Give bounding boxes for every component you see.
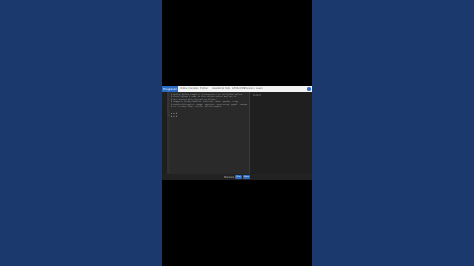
line-number: 8 [167,110,169,112]
output-panel: Output [250,92,312,174]
line-number: 10 [167,115,170,117]
bottom-toolbar: Shortcuts Run Save [162,174,312,180]
avatar[interactable] [307,87,311,91]
code-editor[interactable]: 1 2 3 4 5 6 7 8 9 10 # Online Python com… [167,92,249,174]
line-number: 4 [167,101,169,103]
left-background [0,0,162,266]
output-label: Output [253,94,261,97]
line-number: 5 [167,103,169,105]
line-number: 6 [167,106,169,107]
line-number: 9 [167,113,169,115]
code-line: b = 6 [171,115,178,118]
right-background [312,0,474,266]
line-gutter: 1 2 3 4 5 6 7 8 9 10 [167,92,170,174]
line-number: 7 [167,108,169,110]
line-number: 3 [167,98,169,100]
compiler-app: Programiz Online Compiler Python JavaScr… [162,86,312,180]
line-number: 1 [167,94,169,95]
run-button[interactable]: Run [235,175,242,179]
shortcuts-label[interactable]: Shortcuts [224,176,234,179]
code-line: # re, string, time, turtle, urllib.reque… [171,106,222,108]
save-button[interactable]: Save [243,175,250,179]
line-number: 2 [167,96,169,98]
device-screen: Programiz Online Compiler Python JavaScr… [162,0,312,266]
